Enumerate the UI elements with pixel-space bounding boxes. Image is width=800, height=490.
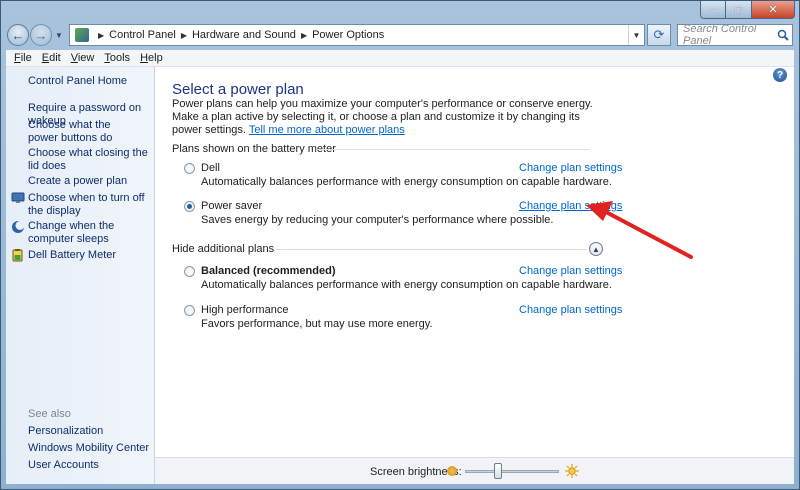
- plan-dell-change-settings-link[interactable]: Change plan settings: [519, 162, 622, 174]
- see-also-heading: See also: [28, 408, 71, 420]
- page-title: Select a power plan: [172, 81, 304, 98]
- dim-sun-icon: [447, 466, 457, 476]
- breadcrumb-separator-icon: ▶: [98, 30, 105, 40]
- monitor-icon: [11, 192, 25, 203]
- close-button[interactable]: ✕: [752, 1, 795, 19]
- plan-dell-radio[interactable]: [184, 163, 195, 174]
- sidebar-item-computer-sleeps[interactable]: Change when the computer sleeps: [28, 220, 148, 246]
- sidebar-item-closing-lid[interactable]: Choose what closing the lid does: [28, 147, 148, 173]
- breadcrumb-separator-icon[interactable]: ▶: [181, 31, 187, 40]
- sidebar-item-create-plan[interactable]: Create a power plan: [28, 175, 127, 188]
- recent-pages-dropdown[interactable]: ▼: [53, 31, 65, 40]
- navigation-row: ← → ▼ ▶ Control Panel ▶ Hardware and Sou…: [7, 23, 793, 47]
- plan-high-performance-change-settings-link[interactable]: Change plan settings: [519, 304, 622, 316]
- brightness-bar: Screen brightness:: [155, 457, 794, 484]
- breadcrumb: ▶ Control Panel ▶ Hardware and Sound ▶ P…: [93, 29, 384, 41]
- chevron-up-icon: ▲: [592, 244, 600, 254]
- search-icon[interactable]: [774, 29, 792, 41]
- main-content: Select a power plan Power plans can help…: [172, 67, 794, 484]
- section-divider: [276, 249, 587, 250]
- plan-power-saver-change-settings-link[interactable]: Change plan settings: [519, 200, 622, 212]
- breadcrumb-separator-icon[interactable]: ▶: [301, 31, 307, 40]
- menu-edit[interactable]: Edit: [42, 52, 61, 64]
- plan-high-performance-description: Favors performance, but may use more ene…: [201, 318, 433, 330]
- moon-icon: [12, 221, 25, 233]
- see-also-user-accounts[interactable]: User Accounts: [28, 459, 99, 472]
- sidebar-item-turn-off-display[interactable]: Choose when to turn off the display: [28, 192, 148, 218]
- plan-power-saver-radio[interactable]: [184, 201, 195, 212]
- refresh-button[interactable]: ⟳: [647, 24, 671, 46]
- plan-balanced-radio[interactable]: [184, 266, 195, 277]
- search-input[interactable]: Search Control Panel: [683, 23, 774, 47]
- forward-arrow-icon: →: [34, 27, 48, 43]
- back-arrow-icon: ←: [11, 27, 25, 43]
- menu-view[interactable]: View: [71, 52, 95, 64]
- plan-balanced-name[interactable]: Balanced (recommended): [201, 265, 335, 277]
- minimize-button[interactable]: –: [700, 1, 726, 19]
- sidebar-item-power-buttons[interactable]: Choose what the power buttons do: [28, 119, 143, 145]
- brightness-slider[interactable]: [465, 470, 559, 473]
- tell-me-more-link[interactable]: Tell me more about power plans: [249, 124, 405, 136]
- bright-sun-icon: [565, 464, 579, 478]
- maximize-button[interactable]: □: [726, 1, 752, 19]
- task-pane: Control Panel Home Require a password on…: [6, 67, 155, 484]
- refresh-icon: ⟳: [653, 27, 665, 42]
- forward-button[interactable]: →: [30, 24, 52, 46]
- breadcrumb-hardware-and-sound[interactable]: Hardware and Sound: [192, 29, 296, 41]
- section-divider: [317, 149, 589, 150]
- control-panel-home-link[interactable]: Control Panel Home: [28, 75, 127, 88]
- plan-high-performance-radio[interactable]: [184, 305, 195, 316]
- plan-balanced-description: Automatically balances performance with …: [201, 279, 612, 291]
- breadcrumb-power-options[interactable]: Power Options: [312, 29, 384, 41]
- back-button[interactable]: ←: [7, 24, 29, 46]
- plan-power-saver-description: Saves energy by reducing your computer's…: [201, 214, 554, 226]
- plan-balanced-change-settings-link[interactable]: Change plan settings: [519, 265, 622, 277]
- menu-tools[interactable]: Tools: [104, 52, 130, 64]
- window-frame: – □ ✕ ← → ▼ ▶ Control Panel ▶ Hardware a…: [0, 0, 800, 490]
- plan-power-saver-name[interactable]: Power saver: [201, 200, 262, 212]
- plan-dell-name[interactable]: Dell: [201, 162, 220, 174]
- client-area: Control Panel Home Require a password on…: [6, 67, 794, 484]
- control-panel-icon: [75, 28, 89, 42]
- breadcrumb-control-panel[interactable]: Control Panel: [109, 29, 176, 41]
- page-description: Power plans can help you maximize your c…: [172, 98, 593, 136]
- section-hide-additional-plans: Hide additional plans: [172, 243, 275, 255]
- collapse-plans-button[interactable]: ▲: [589, 242, 603, 256]
- sidebar-item-dell-battery-meter[interactable]: Dell Battery Meter: [28, 249, 116, 262]
- plan-high-performance-name[interactable]: High performance: [201, 304, 288, 316]
- see-also-personalization[interactable]: Personalization: [28, 425, 103, 438]
- search-box[interactable]: Search Control Panel: [677, 23, 793, 47]
- address-bar[interactable]: ▶ Control Panel ▶ Hardware and Sound ▶ P…: [69, 24, 645, 46]
- brightness-slider-thumb[interactable]: [493, 463, 502, 479]
- plan-dell-description: Automatically balances performance with …: [201, 176, 612, 188]
- menu-help[interactable]: Help: [140, 52, 163, 64]
- address-dropdown[interactable]: ▼: [628, 25, 644, 45]
- menu-file[interactable]: File: [14, 52, 32, 64]
- see-also-mobility-center[interactable]: Windows Mobility Center: [28, 442, 149, 455]
- battery-icon: [12, 249, 23, 262]
- menu-bar: File Edit View Tools Help: [6, 50, 794, 67]
- caption-buttons: – □ ✕: [700, 1, 795, 19]
- section-battery-meter: Plans shown on the battery meter: [172, 143, 336, 155]
